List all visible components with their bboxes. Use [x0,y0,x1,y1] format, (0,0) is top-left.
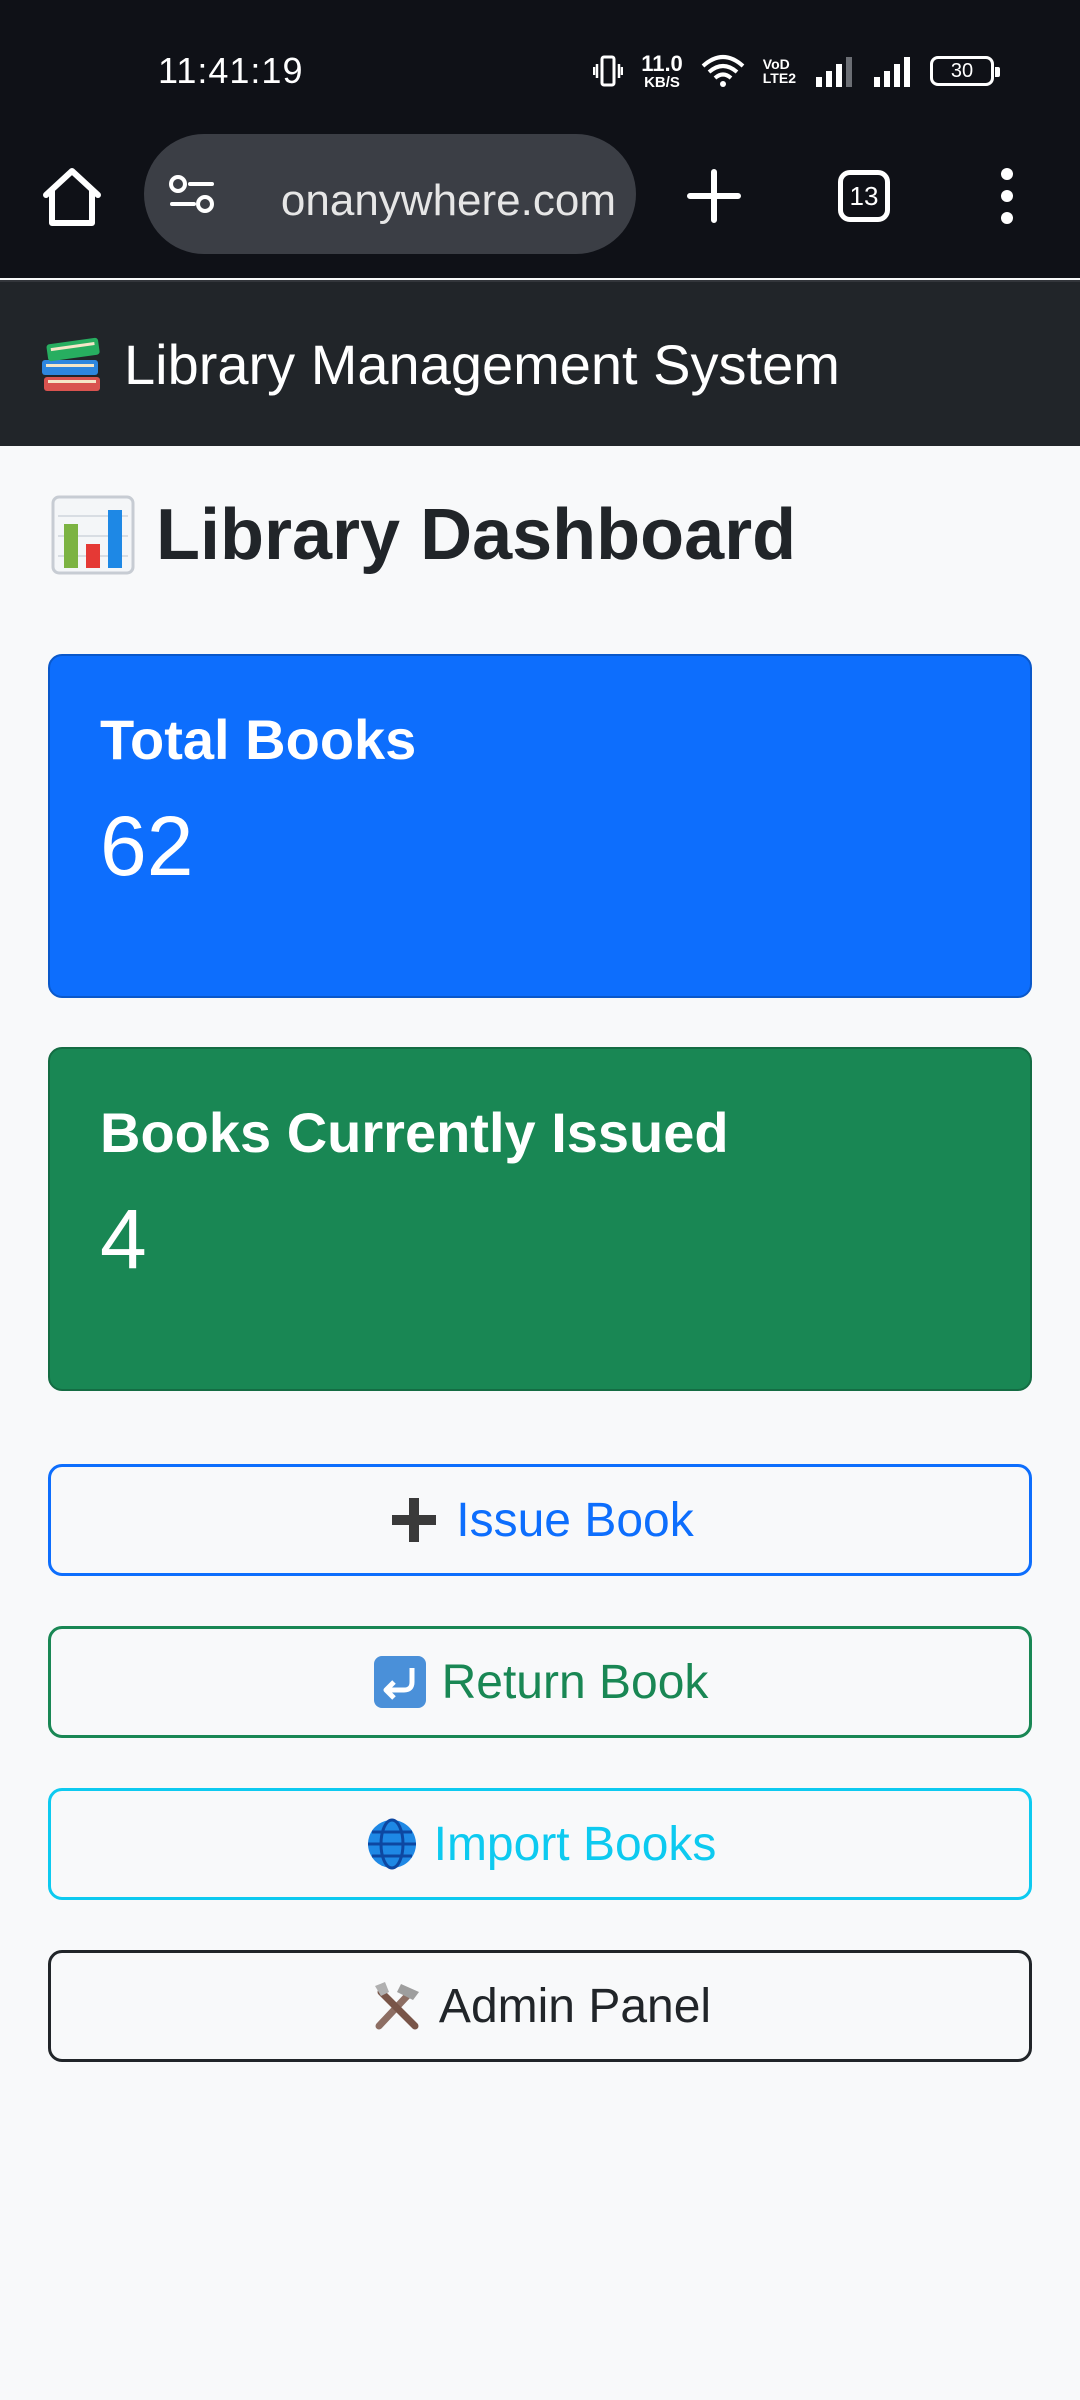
signal-icon [816,57,852,87]
status-time: 11:41:19 [158,50,304,91]
net-speed-value: 11.0 [641,50,683,76]
wifi-icon [701,55,745,87]
plus-icon [392,1498,437,1542]
page-title: Library Dashboard [50,494,796,576]
status-bar: 11:41:19 11.0 KB/S VoD LTE2 30 [0,0,1080,130]
volte-bottom: LTE2 [762,70,796,86]
bar-chart-icon [51,495,135,575]
battery-level: 30 [950,59,974,82]
admin-panel-button[interactable]: Admin Panel [48,1950,1032,2062]
more-vert-icon[interactable] [992,166,1022,226]
net-speed: 11.0 KB/S [641,50,683,91]
books-icon [42,337,100,391]
card-label: Total Books [100,708,417,771]
site-settings-icon[interactable] [168,174,216,216]
globe-icon [367,1818,416,1870]
main-content: Library Dashboard Total Books 62 Books C… [0,446,1080,2400]
app-navbar: Library Management System [0,280,1080,446]
tab-count: 13 [849,180,879,211]
plus-icon[interactable] [684,166,744,226]
return-book-button[interactable]: Return Book [48,1626,1032,1738]
page-title-text: Library Dashboard [156,495,797,575]
total-books-card: Total Books 62 [48,654,1032,998]
volte-top: VoD [762,56,790,72]
vibrate-icon [593,55,624,87]
card-value: 62 [100,799,194,893]
signal-icon [874,57,910,87]
tabs-icon[interactable]: 13 [838,170,890,222]
button-label: Admin Panel [438,1979,712,2033]
browser-toolbar: onanywhere.com 13 [0,130,1080,278]
import-books-button[interactable]: Import Books [48,1788,1032,1900]
home-icon[interactable] [38,163,106,231]
net-speed-unit: KB/S [644,73,680,91]
status-icons: 11.0 KB/S VoD LTE2 30 [593,50,1000,92]
volte-indicator: VoD LTE2 [763,57,796,85]
brand-title: Library Management System [124,333,840,396]
issued-books-card: Books Currently Issued 4 [48,1047,1032,1391]
battery-icon: 30 [930,56,1000,86]
tools-icon [374,1982,419,2030]
return-arrow-icon [373,1656,426,1708]
card-label: Books Currently Issued [100,1101,729,1164]
card-value: 4 [100,1192,147,1286]
button-label: Return Book [441,1655,709,1709]
button-label: Issue Book [456,1493,694,1547]
button-label: Import Books [433,1817,717,1871]
address-bar[interactable]: onanywhere.com [144,134,636,254]
navbar-brand[interactable]: Library Management System [38,332,840,397]
url-text[interactable]: onanywhere.com [236,176,616,226]
issue-book-button[interactable]: Issue Book [48,1464,1032,1576]
